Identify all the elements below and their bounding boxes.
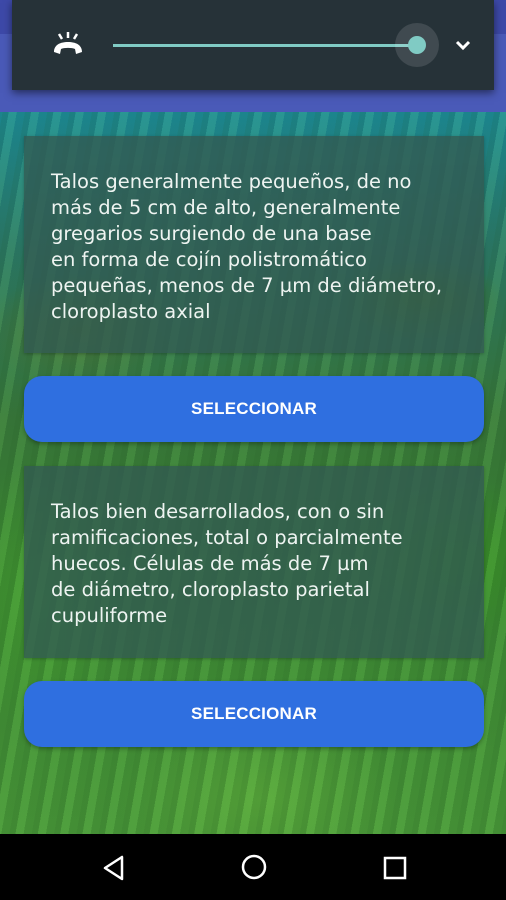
recents-icon[interactable]: [381, 854, 409, 882]
chevron-down-icon[interactable]: [450, 33, 476, 59]
select-button-1[interactable]: SELECCIONAR: [24, 376, 484, 442]
background-image: Talos generalmente pequeños, de no más d…: [0, 0, 506, 834]
volume-slider-track[interactable]: [113, 44, 417, 47]
option-card-1: Talos generalmente pequeños, de no más d…: [24, 136, 484, 353]
back-icon[interactable]: [100, 854, 128, 882]
option-card-2: Talos bien desarrollados, con o sin rami…: [24, 466, 484, 658]
home-icon[interactable]: [240, 853, 268, 881]
volume-slider-thumb[interactable]: [408, 36, 426, 54]
option-description-1: Talos generalmente pequeños, de no más d…: [51, 170, 443, 323]
volume-panel: [12, 0, 494, 90]
select-button-2[interactable]: SELECCIONAR: [24, 681, 484, 747]
option-description-2: Talos bien desarrollados, con o sin rami…: [51, 500, 403, 627]
call-end-icon[interactable]: [48, 30, 88, 60]
navigation-bar: [0, 834, 506, 900]
